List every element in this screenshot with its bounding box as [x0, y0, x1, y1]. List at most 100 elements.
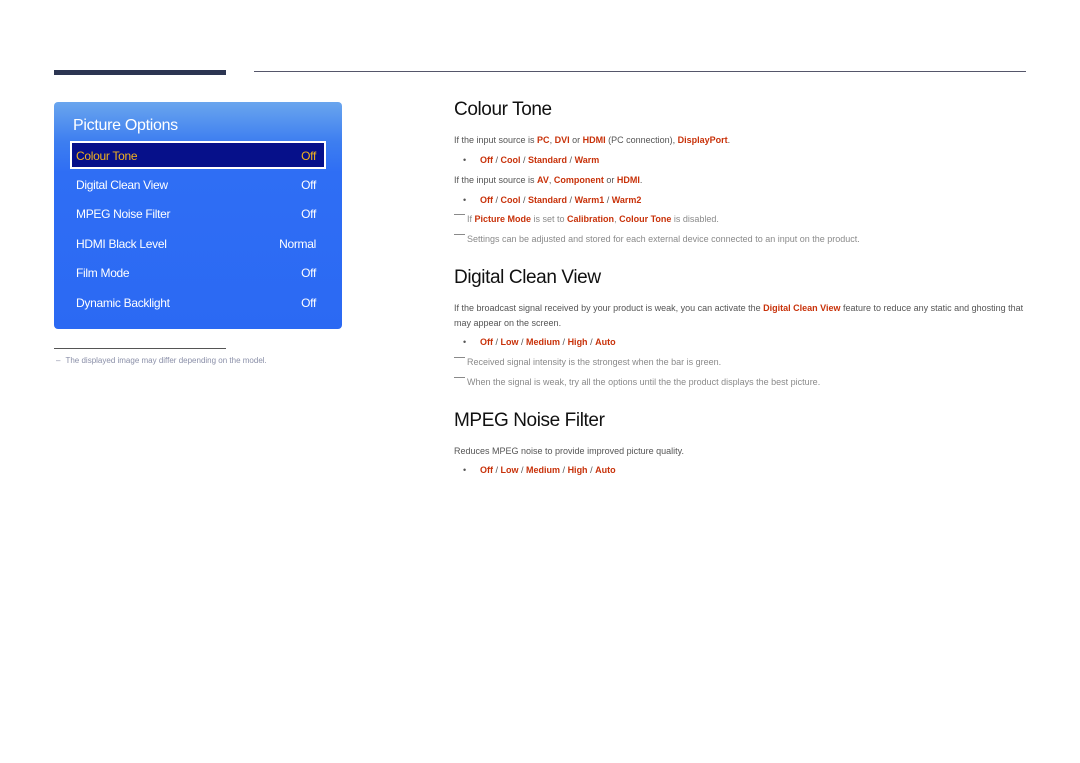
note-mark-icon [454, 214, 465, 215]
menu-item-digital-clean-view[interactable]: Digital Clean View Off [70, 173, 324, 197]
option-warm2: Warm2 [611, 195, 642, 205]
bullet-icon: • [463, 155, 467, 165]
option-separator: / [560, 337, 568, 347]
menu-item-label: Colour Tone [76, 149, 138, 163]
text: is disabled. [671, 214, 719, 224]
digital-clean-view-note-1: Received signal intensity is the stronge… [454, 357, 721, 367]
picture-options-menu: Picture Options Colour Tone Off Digital … [54, 102, 342, 329]
menu-item-dynamic-backlight[interactable]: Dynamic Backlight Off [70, 291, 324, 315]
section-title-digital-clean-view: Digital Clean View [454, 267, 601, 288]
text: If the input source is [454, 175, 538, 185]
menu-item-label: HDMI Black Level [76, 237, 167, 251]
menu-title: Picture Options [73, 117, 178, 134]
menu-item-label: Dynamic Backlight [76, 296, 170, 310]
option-separator: / [493, 195, 501, 205]
note-mark-icon [454, 357, 465, 358]
keyword-component: Component [553, 175, 604, 185]
text: When the signal is weak, try all the opt… [467, 377, 821, 387]
keyword-hdmi: HDMI [582, 135, 606, 145]
option-medium: Medium [526, 465, 561, 475]
options-list: Off / Cool / Standard / Warm1 / Warm2 [480, 195, 641, 205]
header-rule-thin [254, 71, 1026, 72]
text: If [467, 214, 475, 224]
digital-clean-view-description: If the broadcast signal received by your… [454, 301, 1024, 331]
option-separator: / [560, 465, 568, 475]
keyword-calibration: Calibration [567, 214, 615, 224]
menu-item-colour-tone[interactable]: Colour Tone Off [70, 141, 326, 169]
bullet-icon: • [463, 337, 467, 347]
text: If the input source is [454, 135, 538, 145]
keyword-dvi: DVI [554, 135, 570, 145]
footnote: – The displayed image may differ dependin… [56, 356, 267, 365]
text: is set to [531, 214, 568, 224]
options-list: Off / Low / Medium / High / Auto [480, 465, 616, 475]
footnote-text: The displayed image may differ depending… [65, 356, 267, 365]
text: If the broadcast signal received by your… [454, 303, 764, 313]
menu-item-value: Off [301, 149, 316, 163]
colour-tone-note-2: Settings can be adjusted and stored for … [454, 234, 860, 244]
keyword-displayport: DisplayPort [677, 135, 728, 145]
colour-tone-note-1: If Picture Mode is set to Calibration, C… [454, 214, 719, 224]
colour-tone-source-line-2: If the input source is AV, Component or … [454, 175, 642, 185]
option-separator: / [567, 195, 575, 205]
option-off: Off [480, 465, 493, 475]
text: (PC connection), [605, 135, 678, 145]
option-standard: Standard [528, 195, 568, 205]
option-separator: / [587, 465, 596, 475]
text: or [569, 135, 583, 145]
option-low: Low [500, 465, 519, 475]
text: Received signal intensity is the stronge… [467, 357, 722, 367]
option-separator: / [518, 337, 527, 347]
options-list: Off / Cool / Standard / Warm [480, 155, 599, 165]
bullet-icon: • [463, 465, 467, 475]
option-separator: / [587, 337, 596, 347]
option-separator: / [520, 155, 529, 165]
option-separator: / [520, 195, 529, 205]
note-mark-icon [454, 377, 465, 378]
option-separator: / [567, 155, 575, 165]
section-title-mpeg-noise-filter: MPEG Noise Filter [454, 410, 605, 431]
option-off: Off [480, 195, 493, 205]
option-auto: Auto [595, 337, 616, 347]
digital-clean-view-note-2: When the signal is weak, try all the opt… [454, 377, 820, 387]
menu-item-value: Off [301, 178, 316, 192]
option-auto: Auto [595, 465, 616, 475]
option-separator: / [604, 195, 612, 205]
menu-item-label: MPEG Noise Filter [76, 207, 171, 221]
option-warm: Warm [574, 155, 600, 165]
option-separator: / [493, 155, 501, 165]
option-high: High [567, 465, 588, 475]
text: . [639, 175, 643, 185]
colour-tone-source-line-1: If the input source is PC, DVI or HDMI (… [454, 135, 730, 145]
options-list: Off / Low / Medium / High / Auto [480, 337, 616, 347]
menu-item-film-mode[interactable]: Film Mode Off [70, 261, 324, 285]
option-standard: Standard [528, 155, 568, 165]
option-cool: Cool [500, 195, 521, 205]
footnote-dash: – [56, 356, 61, 365]
keyword-hdmi: HDMI [616, 175, 640, 185]
footnote-rule [54, 348, 226, 349]
menu-item-mpeg-noise-filter[interactable]: MPEG Noise Filter Off [70, 202, 324, 226]
option-medium: Medium [526, 337, 561, 347]
option-separator: / [493, 337, 501, 347]
menu-item-label: Digital Clean View [76, 178, 168, 192]
note-mark-icon [454, 234, 465, 235]
keyword-colour-tone: Colour Tone [619, 214, 672, 224]
text: . [727, 135, 731, 145]
option-separator: / [518, 465, 527, 475]
menu-item-hdmi-black-level[interactable]: HDMI Black Level Normal [70, 232, 324, 256]
option-separator: / [493, 465, 501, 475]
mpeg-noise-filter-description: Reduces MPEG noise to provide improved p… [454, 446, 684, 456]
keyword-digital-clean-view: Digital Clean View [763, 303, 841, 313]
option-high: High [567, 337, 588, 347]
keyword-av: AV [537, 175, 549, 185]
bullet-icon: • [463, 195, 467, 205]
option-off: Off [480, 155, 493, 165]
keyword-picture-mode: Picture Mode [474, 214, 532, 224]
text: or [603, 175, 617, 185]
option-off: Off [480, 337, 493, 347]
section-title-colour-tone: Colour Tone [454, 99, 552, 120]
option-warm1: Warm1 [574, 195, 605, 205]
keyword-pc: PC [537, 135, 550, 145]
text: Settings can be adjusted and stored for … [467, 234, 860, 244]
